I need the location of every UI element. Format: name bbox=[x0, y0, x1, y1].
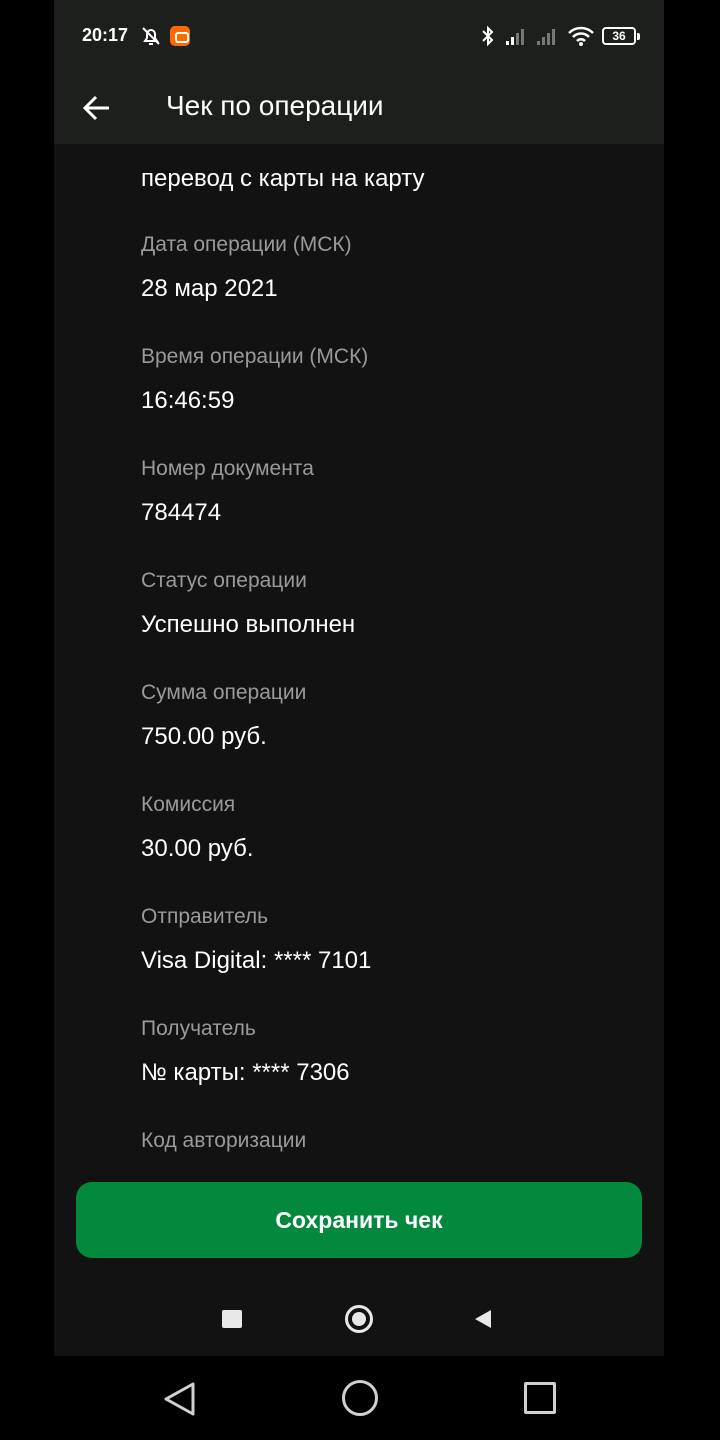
signal-icon bbox=[506, 29, 524, 45]
receipt-field: Сумма операции 750.00 руб. bbox=[141, 680, 641, 752]
field-label: Дата операции (МСК) bbox=[141, 233, 352, 256]
field-label: Сумма операции bbox=[141, 681, 307, 704]
arrow-left-icon bbox=[82, 95, 109, 121]
stop-icon[interactable] bbox=[222, 1310, 242, 1328]
nav-home-icon[interactable] bbox=[342, 1380, 378, 1416]
receipt-field: Отправитель Visa Digital: **** 7101 bbox=[141, 904, 641, 976]
field-value: Visa Digital: **** 7101 bbox=[141, 947, 372, 974]
record-icon[interactable] bbox=[345, 1305, 373, 1333]
phone-screen: 20:17 36 Чек по операции перевод с карты… bbox=[54, 0, 664, 1356]
mute-alarm-icon bbox=[142, 27, 160, 45]
system-navigation-bar bbox=[0, 1356, 720, 1440]
save-receipt-button[interactable]: Сохранить чек bbox=[76, 1182, 642, 1258]
app-notification-icon bbox=[170, 26, 190, 46]
operation-type: перевод с карты на карту bbox=[141, 165, 425, 192]
field-value: 16:46:59 bbox=[141, 387, 235, 414]
status-time: 20:17 bbox=[82, 25, 129, 45]
field-label: Получатель bbox=[141, 1017, 256, 1040]
field-value: 30.00 руб. bbox=[141, 835, 254, 862]
field-value: 750.00 руб. bbox=[141, 723, 267, 750]
field-value: 784474 bbox=[141, 499, 222, 526]
field-value: Успешно выполнен bbox=[141, 611, 356, 638]
nav-back-icon[interactable] bbox=[162, 1380, 198, 1418]
receipt-field: Получатель № карты: **** 7306 bbox=[141, 1016, 641, 1088]
field-label: Статус операции bbox=[141, 569, 307, 592]
receipt-field: Номер документа 784474 bbox=[141, 456, 641, 528]
field-label: Отправитель bbox=[141, 905, 269, 928]
page-title: Чек по операции bbox=[166, 90, 384, 121]
battery-icon: 36 bbox=[602, 27, 640, 45]
field-label: Комиссия bbox=[141, 793, 236, 816]
field-label: Номер документа bbox=[141, 457, 314, 480]
wifi-icon bbox=[568, 26, 594, 46]
field-value: 28 мар 2021 bbox=[141, 275, 278, 302]
nav-recents-icon[interactable] bbox=[524, 1382, 556, 1414]
receipt-field: Комиссия 30.00 руб. bbox=[141, 792, 641, 864]
bluetooth-icon bbox=[482, 25, 494, 47]
field-value: № карты: **** 7306 bbox=[141, 1059, 350, 1086]
field-label: Время операции (МСК) bbox=[141, 345, 369, 368]
receipt-field: Код авторизации bbox=[141, 1128, 641, 1154]
signal-icon bbox=[537, 29, 555, 45]
receipt-content[interactable]: перевод с карты на карту Дата операции (… bbox=[54, 144, 664, 1156]
receipt-field: Дата операции (МСК) 28 мар 2021 bbox=[141, 232, 641, 304]
back-triangle-icon[interactable] bbox=[473, 1308, 493, 1330]
app-bar: Чек по операции bbox=[54, 72, 664, 144]
status-bar: 20:17 36 bbox=[54, 0, 664, 72]
field-label: Код авторизации bbox=[141, 1129, 307, 1152]
receipt-field: Время операции (МСК) 16:46:59 bbox=[141, 344, 641, 416]
back-button[interactable] bbox=[76, 86, 120, 130]
receipt-field: Статус операции Успешно выполнен bbox=[141, 568, 641, 640]
